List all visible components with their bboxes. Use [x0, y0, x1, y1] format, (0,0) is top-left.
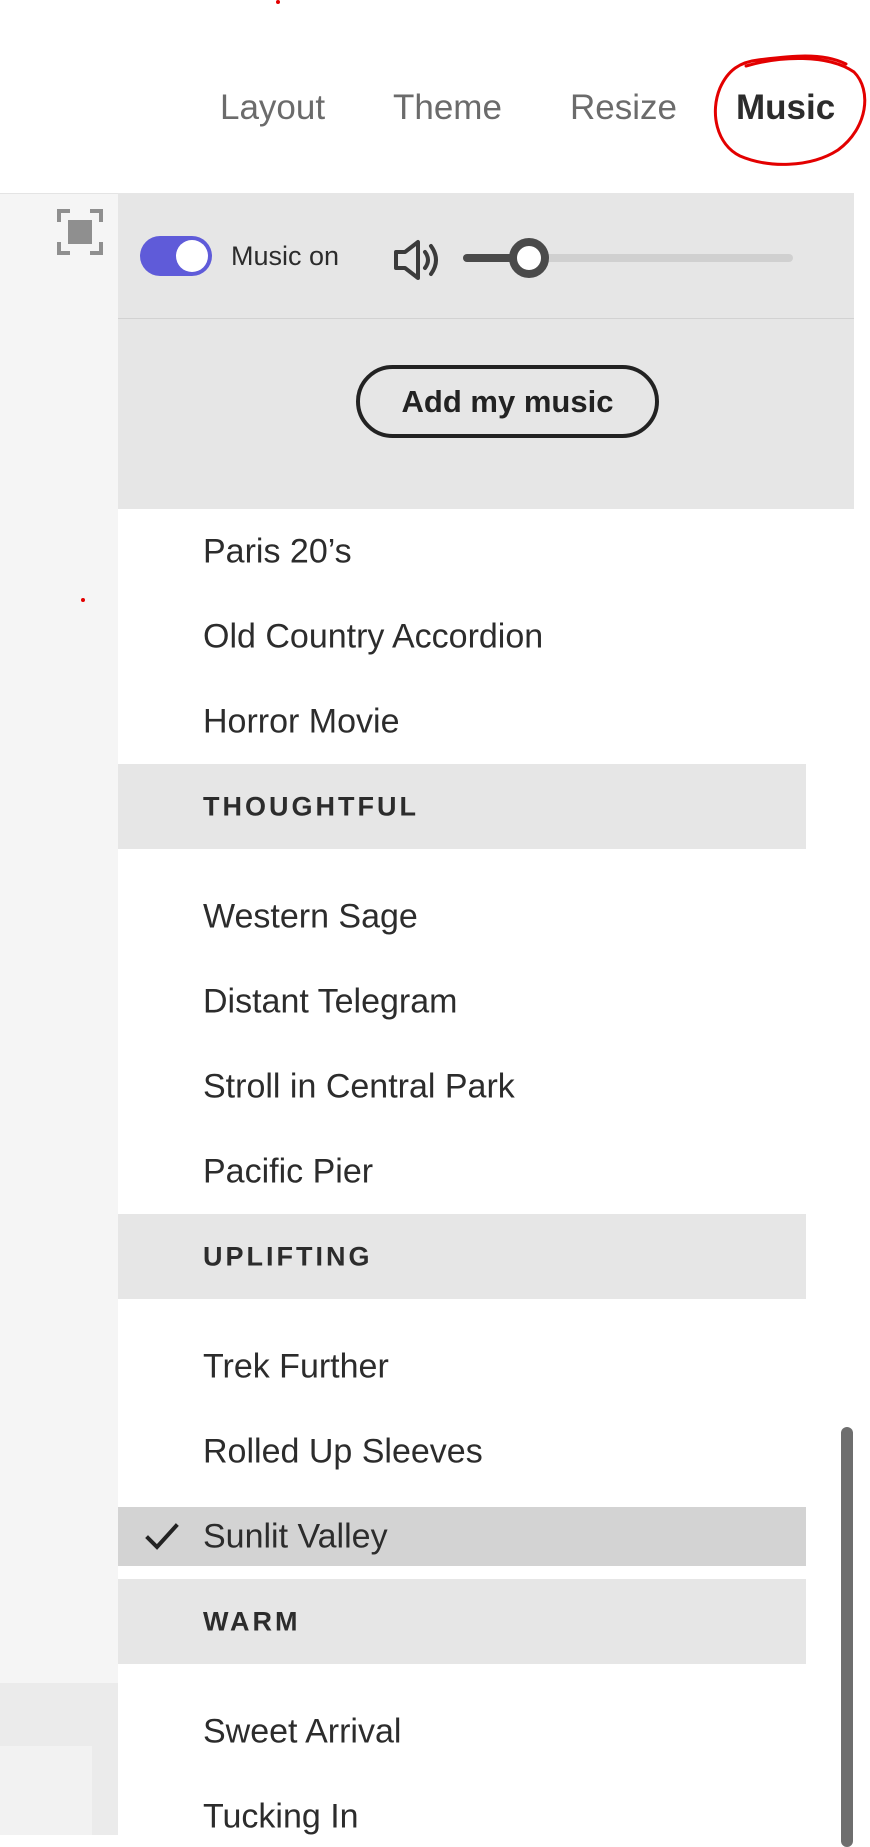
- list-item[interactable]: Sweet Arrival: [118, 1689, 806, 1774]
- top-tab-bar: Layout Theme Resize Music: [0, 0, 870, 193]
- music-toggle[interactable]: [140, 236, 212, 276]
- track-list: Paris 20’s Old Country Accordion Horror …: [118, 509, 806, 1835]
- category-label: THOUGHTFUL: [203, 791, 419, 821]
- track-label: Rolled Up Sleeves: [203, 1432, 483, 1470]
- list-item[interactable]: Stroll in Central Park: [118, 1044, 806, 1129]
- list-item[interactable]: Trek Further: [118, 1324, 806, 1409]
- toggle-knob: [176, 240, 208, 272]
- list-item-selected[interactable]: Sunlit Valley: [118, 1507, 806, 1566]
- list-item[interactable]: Old Country Accordion: [118, 594, 806, 679]
- category-header-thoughtful: THOUGHTFUL: [118, 764, 806, 849]
- category-header-uplifting: UPLIFTING: [118, 1214, 806, 1299]
- tab-music[interactable]: Music: [736, 88, 835, 128]
- tab-theme[interactable]: Theme: [393, 88, 502, 128]
- list-item[interactable]: Paris 20’s: [118, 509, 806, 594]
- speaker-icon[interactable]: [392, 237, 442, 283]
- track-label: Tucking In: [203, 1797, 359, 1835]
- track-label: Trek Further: [203, 1347, 389, 1385]
- music-toggle-label: Music on: [231, 241, 340, 271]
- category-label: UPLIFTING: [203, 1241, 373, 1271]
- track-label: Sunlit Valley: [203, 1517, 388, 1555]
- track-label: Stroll in Central Park: [203, 1067, 515, 1105]
- category-header-warm: WARM: [118, 1579, 806, 1664]
- track-label: Horror Movie: [203, 702, 400, 740]
- list-item[interactable]: Rolled Up Sleeves: [118, 1409, 806, 1494]
- track-label: Sweet Arrival: [203, 1712, 402, 1750]
- list-item[interactable]: Distant Telegram: [118, 959, 806, 1044]
- music-controls-row: Music on: [118, 193, 854, 319]
- tab-resize[interactable]: Resize: [570, 88, 677, 128]
- music-controls-panel: Music on Add my music: [118, 193, 854, 509]
- list-item[interactable]: Tucking In: [118, 1774, 806, 1835]
- track-label: Distant Telegram: [203, 982, 458, 1020]
- track-label: Pacific Pier: [203, 1152, 374, 1190]
- canvas-area: [0, 193, 118, 1684]
- list-item[interactable]: Pacific Pier: [118, 1129, 806, 1214]
- scrollbar[interactable]: [841, 1427, 853, 1847]
- annotation-dot: [81, 598, 85, 602]
- category-label: WARM: [203, 1606, 301, 1636]
- tab-layout[interactable]: Layout: [220, 88, 325, 128]
- list-item[interactable]: Western Sage: [118, 874, 806, 959]
- track-label: Paris 20’s: [203, 532, 352, 570]
- fit-to-screen-icon[interactable]: [56, 208, 104, 256]
- volume-slider[interactable]: [463, 238, 793, 278]
- list-item[interactable]: Horror Movie: [118, 679, 806, 764]
- track-label: Old Country Accordion: [203, 617, 544, 655]
- annotation-dot: [276, 0, 280, 4]
- checkmark-icon: [145, 1522, 179, 1550]
- canvas-thumbnail-area: [0, 1746, 92, 1835]
- track-label: Western Sage: [203, 897, 418, 935]
- volume-slider-thumb[interactable]: [509, 238, 549, 278]
- add-my-music-button[interactable]: Add my music: [356, 365, 659, 438]
